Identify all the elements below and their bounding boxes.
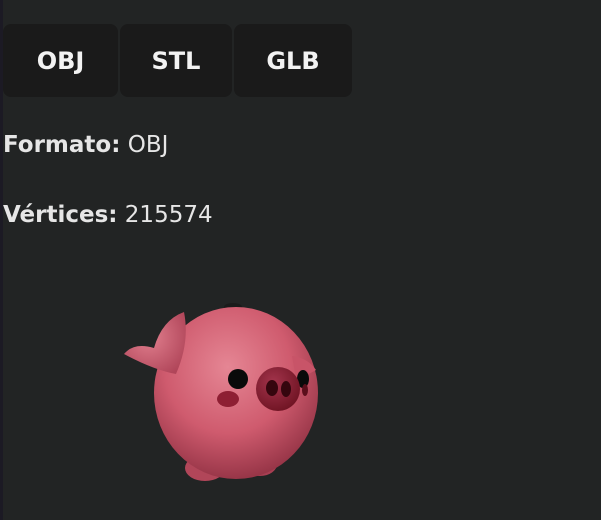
left-eye	[228, 369, 248, 389]
cheek	[217, 391, 239, 407]
vertices-info: Vértices: 215574	[3, 202, 213, 228]
snout-side	[302, 384, 308, 396]
vertices-value: 215574	[124, 202, 213, 228]
format-value: OBJ	[127, 132, 169, 158]
stl-button[interactable]: STL	[120, 24, 232, 97]
format-info: Formato: OBJ	[3, 132, 168, 158]
nostril-left	[266, 380, 278, 396]
format-toolbar: OBJ STL GLB	[3, 24, 352, 97]
format-label: Formato:	[3, 132, 121, 158]
model-viewer[interactable]	[110, 290, 330, 490]
left-ear	[124, 312, 186, 374]
nostril-right	[281, 381, 291, 397]
glb-button[interactable]: GLB	[234, 24, 352, 97]
obj-button[interactable]: OBJ	[3, 24, 118, 97]
vertices-label: Vértices:	[3, 202, 118, 228]
pig-model[interactable]	[110, 290, 330, 490]
snout	[256, 367, 300, 411]
